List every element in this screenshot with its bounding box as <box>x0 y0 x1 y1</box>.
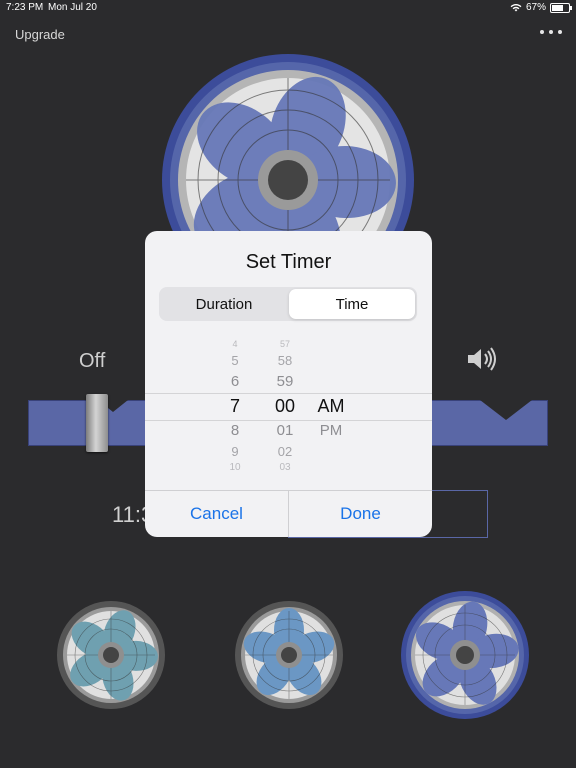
picker-minute[interactable]: 58 <box>267 353 303 368</box>
hour-column[interactable]: 4 5 6 7 8 9 10 <box>217 331 253 481</box>
picker-minute-selected[interactable]: 00 <box>267 396 303 417</box>
picker-hour[interactable]: 10 <box>217 462 253 473</box>
more-dots-icon[interactable] <box>540 30 562 36</box>
status-bar: 7:23 PM Mon Jul 20 67% <box>0 0 576 16</box>
set-timer-dialog: Set Timer Duration Time 4 5 6 7 8 9 10 5… <box>145 231 432 537</box>
fan-small-icon <box>401 591 529 719</box>
status-date: Mon Jul 20 <box>48 2 97 13</box>
picker-hour[interactable]: 8 <box>217 422 253 439</box>
minute-column[interactable]: 57 58 59 00 01 02 03 <box>267 331 303 481</box>
fan-small-icon <box>235 601 343 709</box>
status-time: 7:23 PM <box>6 2 44 13</box>
picker-pm[interactable]: PM <box>313 422 349 439</box>
picker-hour[interactable]: 5 <box>217 353 253 368</box>
segment-duration[interactable]: Duration <box>161 289 287 319</box>
off-label: Off <box>79 350 106 372</box>
slider-thumb[interactable] <box>86 394 108 452</box>
picker-minute[interactable]: 02 <box>267 444 303 459</box>
battery-icon <box>550 2 572 13</box>
fan-option-2[interactable] <box>234 600 344 710</box>
fan-small-icon <box>57 601 165 709</box>
upgrade-button[interactable]: Upgrade <box>15 27 65 42</box>
picker-hour-selected[interactable]: 7 <box>217 396 253 417</box>
picker-hour[interactable]: 4 <box>217 339 253 349</box>
picker-minute[interactable]: 01 <box>267 422 303 439</box>
picker-hour[interactable]: 6 <box>217 373 253 390</box>
fan-option-1[interactable] <box>56 600 166 710</box>
picker-minute[interactable]: 59 <box>267 373 303 390</box>
speaker-icon[interactable] <box>466 346 498 372</box>
picker-hour[interactable]: 9 <box>217 444 253 459</box>
status-right: 67% <box>510 2 572 13</box>
battery-percent: 67% <box>525 2 546 13</box>
wifi-icon <box>510 3 522 12</box>
picker-minute[interactable]: 57 <box>267 339 303 349</box>
done-button[interactable]: Done <box>289 491 432 537</box>
cancel-button[interactable]: Cancel <box>145 491 288 537</box>
picker-am-selected[interactable]: AM <box>313 396 349 417</box>
segment-time[interactable]: Time <box>289 289 415 319</box>
ampm-column[interactable]: AM PM <box>313 331 349 481</box>
fan-option-3[interactable] <box>400 590 530 720</box>
mode-segmented-control[interactable]: Duration Time <box>159 287 417 321</box>
dialog-title: Set Timer <box>245 251 332 273</box>
time-picker[interactable]: 4 5 6 7 8 9 10 57 58 59 00 01 02 03 AM P… <box>145 331 432 481</box>
picker-minute[interactable]: 03 <box>267 462 303 473</box>
